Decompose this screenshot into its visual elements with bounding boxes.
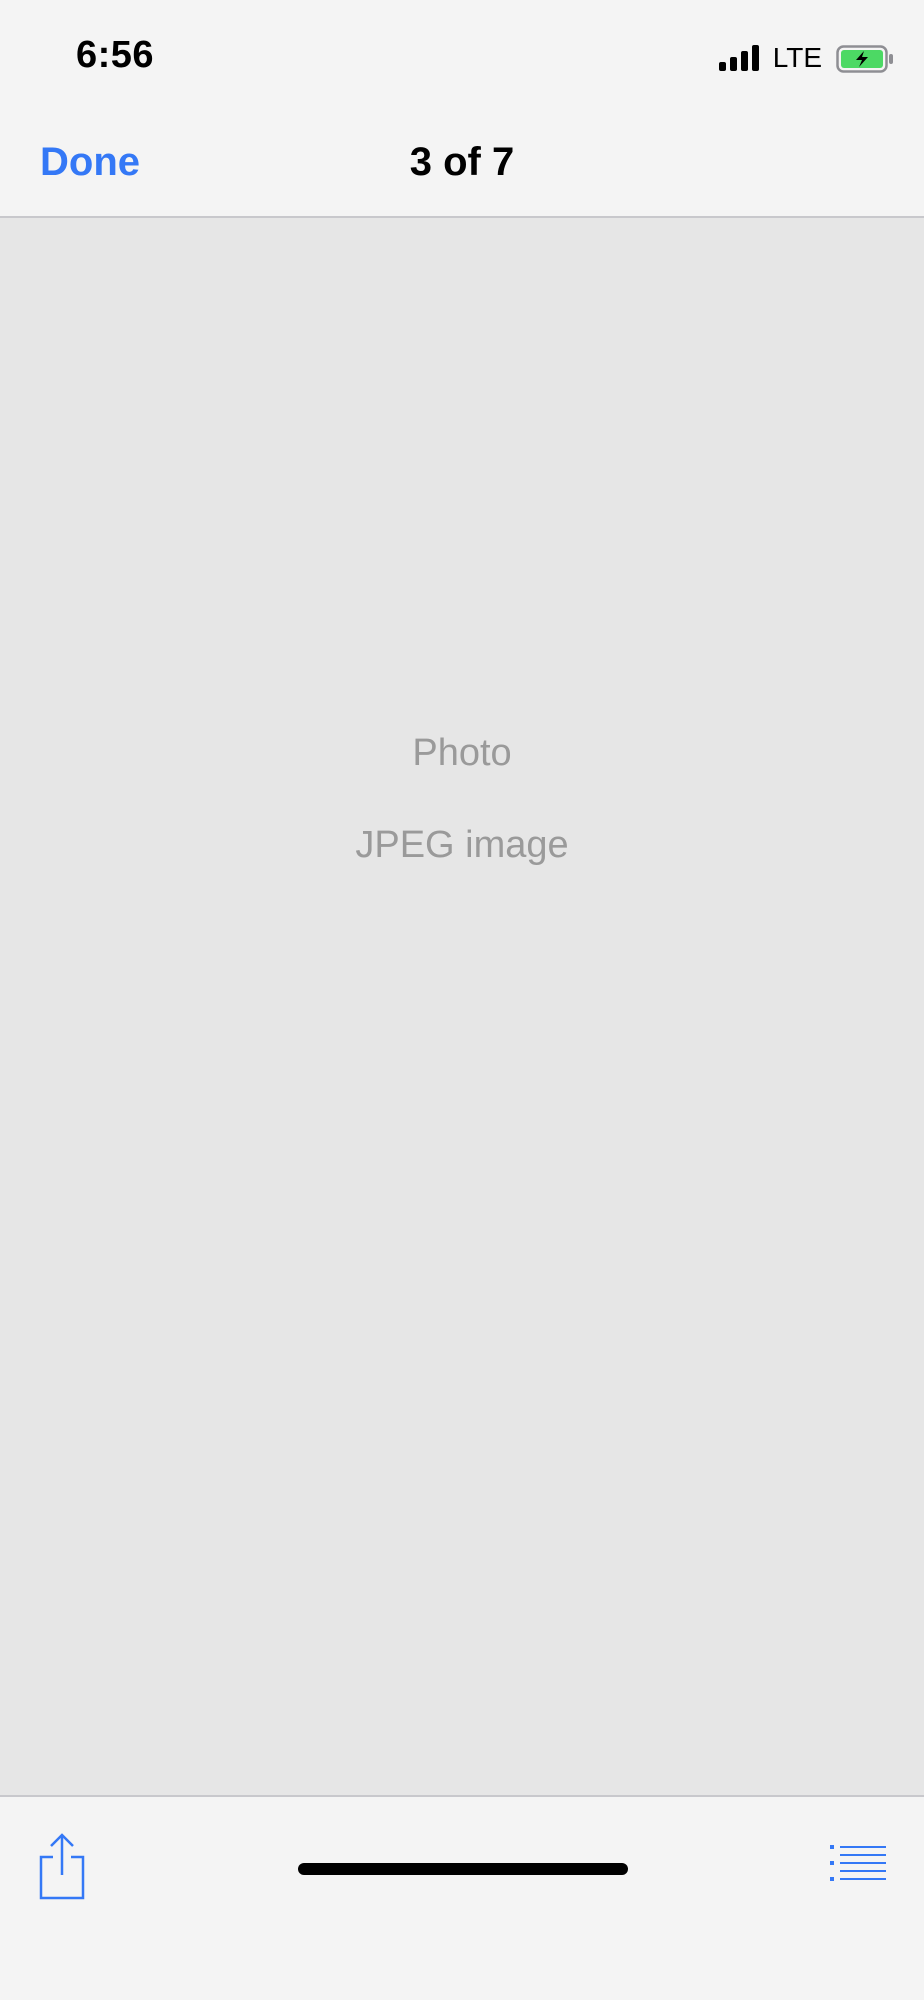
list-button[interactable] bbox=[830, 1843, 886, 1883]
status-indicators: LTE bbox=[718, 42, 893, 74]
list-icon bbox=[830, 1845, 886, 1881]
carrier-label: LTE bbox=[772, 42, 822, 73]
home-indicator[interactable] bbox=[298, 1863, 628, 1875]
navigation-bar: 3 of 7 Done bbox=[0, 110, 924, 218]
bottom-toolbar bbox=[0, 1795, 924, 2000]
file-name: Photo bbox=[412, 732, 512, 774]
file-preview-area[interactable]: Photo JPEG image bbox=[0, 218, 924, 1795]
status-bar: 6:56 LTE bbox=[0, 0, 924, 110]
cellular-signal-icon bbox=[718, 45, 759, 71]
done-button[interactable]: Done bbox=[40, 140, 140, 185]
quick-look-screen: 6:56 LTE 3 of 7 Done Photo JPEG image bbox=[0, 0, 924, 2000]
share-icon bbox=[39, 1833, 85, 1900]
share-button[interactable] bbox=[36, 1831, 88, 1901]
status-time: 6:56 bbox=[76, 34, 155, 76]
file-type: JPEG image bbox=[355, 824, 569, 866]
battery-charging-icon bbox=[836, 45, 893, 73]
